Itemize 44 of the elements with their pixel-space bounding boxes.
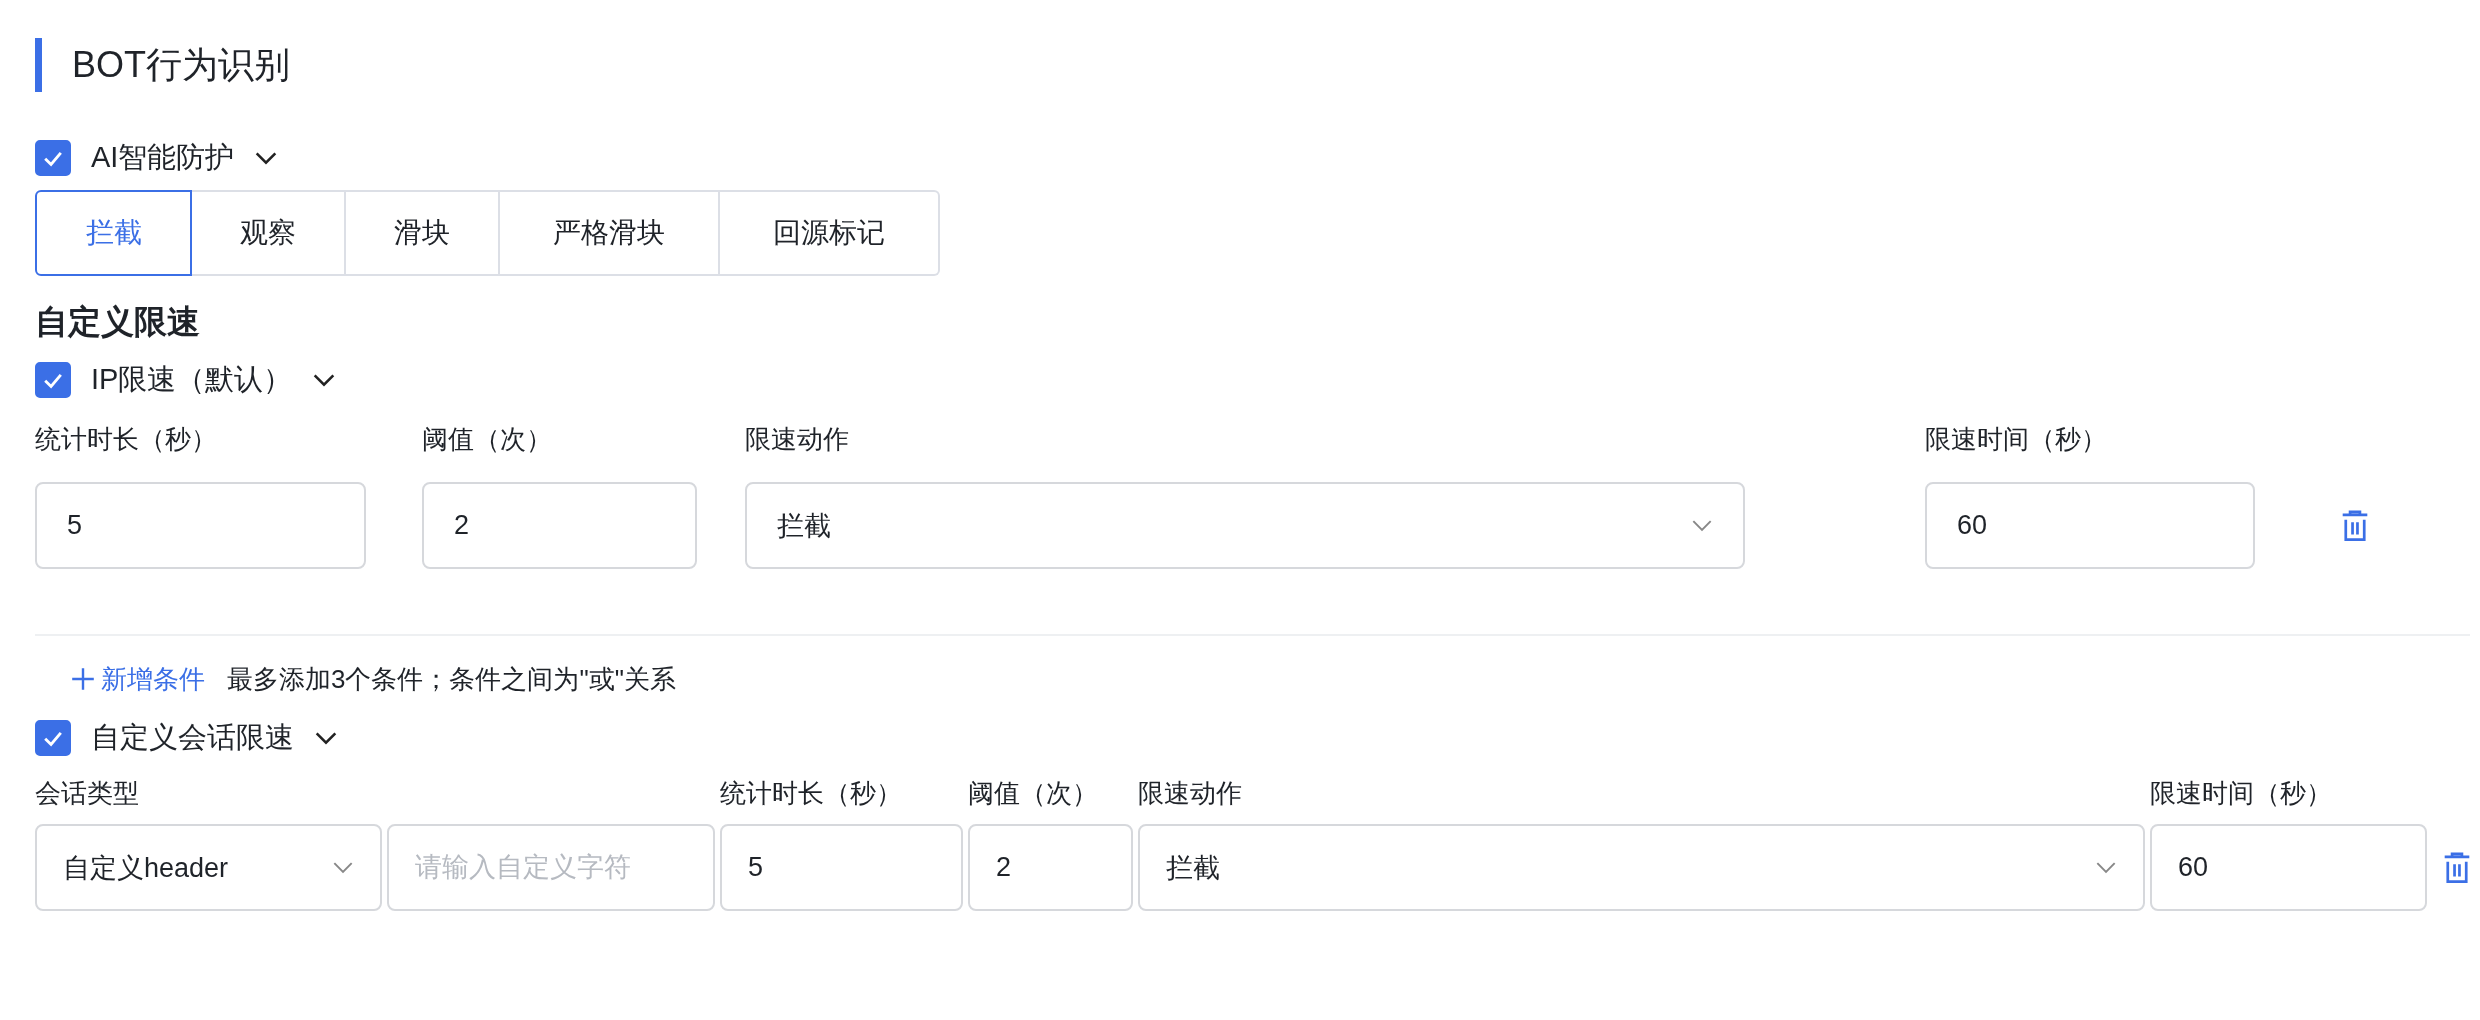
chevron-down-icon — [332, 861, 354, 874]
delete-icon[interactable] — [2340, 510, 2370, 542]
field-label: 统计时长（秒） — [35, 423, 218, 456]
checkbox-label: IP限速（默认） — [91, 362, 293, 397]
segment-tab[interactable]: 拦截 — [35, 190, 192, 276]
chevron-down-icon[interactable] — [314, 731, 338, 745]
field-label: 限速动作 — [745, 423, 850, 456]
field-label: 限速时间（秒） — [1925, 423, 2108, 456]
input-field[interactable]: 请输入自定义字符 — [387, 824, 715, 911]
chevron-down-icon — [1691, 519, 1713, 532]
field-label: 会话类型 — [35, 777, 140, 810]
segment-tab[interactable]: 严格滑块 — [500, 190, 720, 276]
select-field[interactable]: 拦截 — [1138, 824, 2145, 911]
segment-tab[interactable]: 滑块 — [346, 190, 500, 276]
input-field[interactable]: 60 — [1925, 482, 2255, 569]
chevron-down-icon[interactable] — [254, 151, 279, 165]
section-title: 自定义限速 — [35, 302, 201, 342]
checkbox[interactable] — [35, 720, 71, 756]
accent-bar — [35, 38, 42, 92]
chevron-down-icon[interactable] — [312, 373, 337, 387]
field-label: 限速时间（秒） — [2150, 777, 2333, 810]
input-field[interactable]: 5 — [720, 824, 963, 911]
field-label: 阈值（次） — [422, 423, 553, 456]
chevron-down-icon — [2095, 861, 2117, 874]
plus-icon — [71, 667, 95, 691]
segment-tab[interactable]: 观察 — [192, 190, 346, 276]
input-field[interactable]: 60 — [2150, 824, 2427, 911]
checkbox-label: AI智能防护 — [91, 140, 235, 175]
select-field[interactable]: 拦截 — [745, 482, 1745, 569]
checkbox-label: 自定义会话限速 — [91, 720, 294, 755]
checkbox[interactable] — [35, 362, 71, 398]
add-condition-link[interactable]: 新增条件 — [71, 661, 205, 697]
field-label: 阈值（次） — [968, 777, 1099, 810]
checkbox[interactable] — [35, 140, 71, 176]
input-field[interactable]: 2 — [422, 482, 697, 569]
input-field[interactable]: 5 — [35, 482, 366, 569]
input-field[interactable]: 2 — [968, 824, 1133, 911]
select-field[interactable]: 自定义header — [35, 824, 382, 911]
field-label: 限速动作 — [1138, 777, 1243, 810]
field-label: 统计时长（秒） — [720, 777, 903, 810]
delete-icon[interactable] — [2442, 852, 2472, 884]
section-title: BOT行为识别 — [72, 42, 290, 87]
hint-text: 最多添加3个条件；条件之间为"或"关系 — [227, 662, 676, 696]
segment-tab[interactable]: 回源标记 — [720, 190, 940, 276]
